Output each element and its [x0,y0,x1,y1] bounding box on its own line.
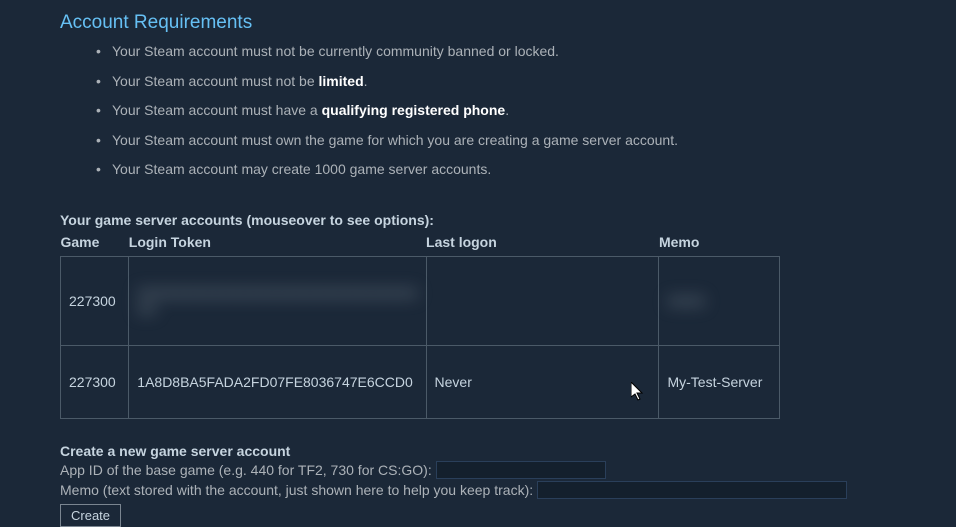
cell-logon: Never [426,345,659,418]
cell-token: XXXXXXXXXXXXXXXXXXXXXXXXXXXXXXXX [129,256,426,345]
requirement-item: Your Steam account must own the game for… [110,131,896,151]
requirement-item: Your Steam account must not be limited. [110,72,896,92]
header-logon: Last logon [426,232,659,257]
requirement-text: . [505,102,509,118]
appid-input[interactable] [436,461,606,479]
table-row[interactable]: 227300 1A8D8BA5FADA2FD07FE8036747E6CCD0 … [61,345,780,418]
requirements-list: Your Steam account must not be currently… [60,42,896,180]
requirement-item: Your Steam account must not be currently… [110,42,896,62]
phone-link[interactable]: qualifying registered phone [322,102,506,118]
memo-label: Memo (text stored with the account, just… [60,482,533,498]
cell-memo: XXXX [659,256,780,345]
limited-link[interactable]: limited [319,73,364,89]
cell-game: 227300 [61,256,129,345]
requirement-item: Your Steam account must have a qualifyin… [110,101,896,121]
cell-memo: My-Test-Server [659,345,780,418]
account-requirements-title: Account Requirements [60,12,896,34]
header-token: Login Token [129,232,426,257]
cell-logon [426,256,659,345]
requirement-text: Your Steam account must not be [112,73,319,89]
server-accounts-table: Game Login Token Last logon Memo 227300 … [60,232,780,419]
appid-label: App ID of the base game (e.g. 440 for TF… [60,462,432,478]
cell-game: 227300 [61,345,129,418]
server-accounts-caption: Your game server accounts (mouseover to … [60,212,896,228]
header-memo: Memo [659,232,780,257]
memo-input[interactable] [537,481,847,499]
create-account-title: Create a new game server account [60,443,896,459]
requirement-item: Your Steam account may create 1000 game … [110,160,896,180]
requirement-text: Your Steam account must have a [112,102,322,118]
table-row[interactable]: 227300 XXXXXXXXXXXXXXXXXXXXXXXXXXXXXXXX … [61,256,780,345]
requirement-text: . [364,73,368,89]
header-game: Game [61,232,129,257]
create-account-section: Create a new game server account App ID … [60,443,896,527]
cell-token: 1A8D8BA5FADA2FD07FE8036747E6CCD0 [129,345,426,418]
create-button[interactable]: Create [60,504,121,527]
